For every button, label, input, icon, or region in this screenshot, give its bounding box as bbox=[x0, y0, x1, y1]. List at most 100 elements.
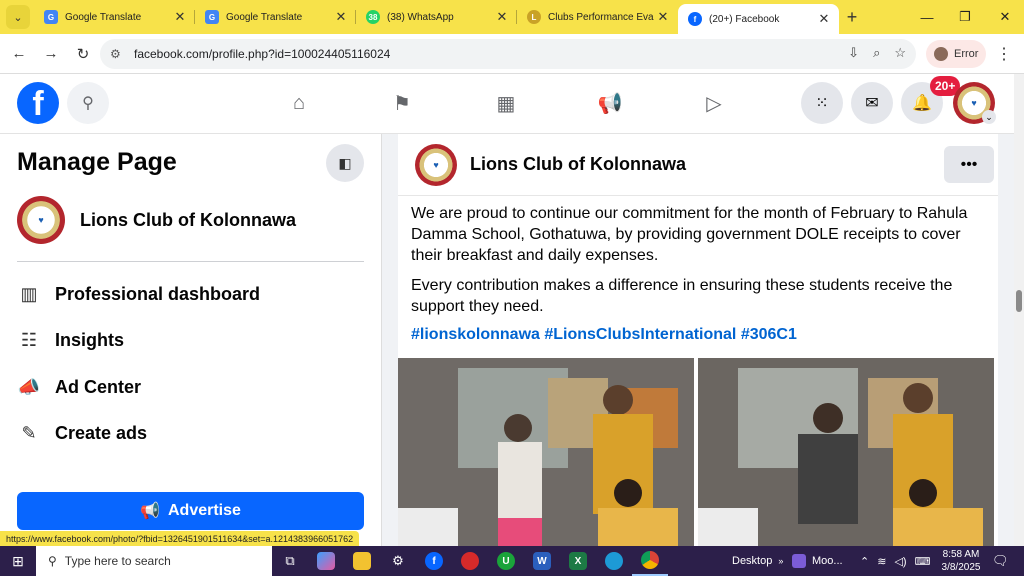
post-paragraph: Every contribution makes a difference in… bbox=[411, 277, 953, 315]
post-hashtags[interactable]: #lionskolonnawa #LionsClubsInternational… bbox=[411, 326, 797, 344]
keyboard-icon[interactable]: ⌨ bbox=[915, 555, 931, 568]
sidebar-item-professional-dashboard[interactable]: ▥ Professional dashboard bbox=[17, 278, 260, 310]
browser-tab[interactable]: L Clubs Performance Evalu ✕ bbox=[517, 0, 678, 34]
post-author[interactable]: Lions Club of Kolonnawa bbox=[470, 154, 686, 175]
menu-grid-icon[interactable]: ⁙ bbox=[801, 82, 843, 124]
dashboard-icon[interactable]: ▦ bbox=[491, 88, 521, 118]
advertise-label: Advertise bbox=[168, 502, 241, 519]
new-tab-button[interactable]: + bbox=[839, 7, 865, 28]
zoom-icon[interactable]: ⌕ bbox=[873, 45, 880, 61]
address-bar: ← → ↻ ⚙ facebook.com/profile.php?id=1000… bbox=[0, 34, 1024, 74]
edge-icon[interactable] bbox=[596, 546, 632, 576]
browser-tab[interactable]: G Google Translate ✕ bbox=[195, 0, 356, 34]
sidebar-item-insights[interactable]: ☷ Insights bbox=[17, 324, 124, 356]
browser-tab-active[interactable]: f (20+) Facebook ✕ bbox=[678, 4, 839, 34]
close-window-button[interactable]: ✕ bbox=[986, 0, 1024, 34]
tab-search-button[interactable]: ⌄ bbox=[6, 5, 30, 29]
sidebar-item-create-ads[interactable]: ✎ Create ads bbox=[17, 417, 147, 449]
browser-tab-bar: ⌄ G Google Translate ✕ G Google Translat… bbox=[0, 0, 1024, 34]
close-icon[interactable]: ✕ bbox=[493, 9, 511, 25]
close-icon[interactable]: ✕ bbox=[654, 9, 672, 25]
excel-icon[interactable]: X bbox=[560, 546, 596, 576]
chevron-down-icon[interactable]: ⌄ bbox=[982, 110, 996, 124]
edit-icon: ✎ bbox=[21, 422, 37, 443]
profile-avatar bbox=[934, 47, 948, 61]
desktop-toolbar[interactable]: Desktop » bbox=[732, 546, 783, 576]
tab-label: (38) WhatsApp bbox=[387, 11, 454, 23]
page-scrollbar[interactable] bbox=[1014, 74, 1024, 546]
settings-icon[interactable]: ⚙ bbox=[380, 546, 416, 576]
page-avatar[interactable]: ♥ bbox=[415, 144, 457, 186]
volume-icon[interactable]: ◁) bbox=[894, 555, 906, 568]
megaphone-icon[interactable]: 📢 bbox=[595, 88, 625, 118]
page-switcher[interactable]: ♥ Lions Club of Kolonnawa bbox=[17, 194, 296, 246]
close-icon[interactable]: ✕ bbox=[815, 11, 833, 27]
post-card: ♥ Lions Club of Kolonnawa ••• We are pro… bbox=[398, 134, 998, 546]
home-icon[interactable]: ⌂ bbox=[284, 88, 314, 118]
lions-icon: L bbox=[527, 10, 541, 24]
messenger-icon[interactable]: ✉ bbox=[851, 82, 893, 124]
post-photo[interactable] bbox=[698, 358, 994, 546]
post-photo[interactable] bbox=[398, 358, 694, 546]
task-view-icon[interactable]: ⧉ bbox=[272, 546, 308, 576]
upwork-icon[interactable]: U bbox=[488, 546, 524, 576]
insights-icon: ☷ bbox=[20, 329, 38, 350]
facebook-app-icon[interactable]: f bbox=[416, 546, 452, 576]
site-info-icon[interactable]: ⚙ bbox=[110, 47, 130, 61]
url-text: facebook.com/profile.php?id=100024405116… bbox=[134, 47, 391, 61]
sidebar-item-ad-center[interactable]: 📣 Ad Center bbox=[17, 371, 141, 403]
scrollbar-thumb[interactable] bbox=[1016, 290, 1022, 312]
clock-time: 8:58 AM bbox=[942, 549, 980, 560]
browser-tab[interactable]: G Google Translate ✕ bbox=[34, 0, 195, 34]
taskbar-clock[interactable]: 8:58 AM 3/8/2025 bbox=[938, 548, 984, 574]
file-explorer-icon[interactable] bbox=[344, 546, 380, 576]
minimize-button[interactable]: — bbox=[908, 0, 946, 34]
forward-button[interactable]: → bbox=[36, 39, 66, 69]
tab-label: (20+) Facebook bbox=[709, 13, 780, 25]
sidebar-item-label: Create ads bbox=[55, 422, 148, 443]
google-translate-icon: G bbox=[44, 10, 58, 24]
search-icon[interactable]: ⚲ bbox=[67, 82, 109, 124]
profile-error-button[interactable]: Error bbox=[926, 40, 986, 68]
facebook-top-nav: f ⚲ ⌂ ⚑ ▦ 📢 ▷ ⁙ ✉ 🔔 20+ ♥ ⌄ bbox=[0, 74, 1014, 134]
back-button[interactable]: ← bbox=[4, 39, 34, 69]
facebook-icon: f bbox=[688, 12, 702, 26]
feed: ♥ Lions Club of Kolonnawa ••• We are pro… bbox=[382, 134, 1014, 546]
install-icon[interactable]: ⇩ bbox=[848, 45, 859, 61]
tab-label: Google Translate bbox=[226, 11, 303, 23]
collapse-sidebar-icon[interactable]: ◧ bbox=[326, 144, 364, 182]
moo-app[interactable]: Moo... bbox=[792, 546, 843, 576]
more-options-icon[interactable]: ••• bbox=[944, 146, 994, 183]
link-status-bar: https://www.facebook.com/photo/?fbid=132… bbox=[0, 531, 360, 546]
windows-taskbar: ⊞ ⚲ Type here to search ⧉ ⚙ f U W X Desk… bbox=[0, 546, 1024, 576]
facebook-logo-icon[interactable]: f bbox=[17, 82, 59, 124]
sidebar-item-label: Ad Center bbox=[55, 376, 142, 397]
reload-button[interactable]: ↻ bbox=[68, 39, 98, 69]
windows-start-icon[interactable]: ⊞ bbox=[0, 546, 36, 576]
bookmark-star-icon[interactable]: ☆ bbox=[894, 45, 906, 61]
close-icon[interactable]: ✕ bbox=[332, 9, 350, 25]
megaphone-icon: 📢 bbox=[140, 503, 160, 520]
url-field[interactable]: ⚙ facebook.com/profile.php?id=1000244051… bbox=[100, 39, 916, 69]
maximize-button[interactable]: ❐ bbox=[946, 0, 984, 34]
word-icon[interactable]: W bbox=[524, 546, 560, 576]
advertise-button[interactable]: 📢 Advertise bbox=[17, 492, 364, 530]
page-name: Lions Club of Kolonnawa bbox=[80, 209, 296, 230]
moo-label: Moo... bbox=[812, 555, 843, 567]
notification-center-icon[interactable]: 🗨 bbox=[992, 546, 1009, 576]
browser-menu-icon[interactable]: ⋮ bbox=[996, 44, 1012, 64]
tab-label: Clubs Performance Evalu bbox=[548, 11, 654, 23]
flag-icon[interactable]: ⚑ bbox=[387, 88, 417, 118]
taskbar-search-box[interactable]: ⚲ Type here to search bbox=[36, 546, 272, 576]
close-icon[interactable]: ✕ bbox=[171, 9, 189, 25]
page-avatar: ♥ bbox=[17, 196, 65, 244]
desktop-label: Desktop bbox=[732, 555, 773, 567]
video-icon[interactable]: ▷ bbox=[699, 88, 729, 118]
browser-tab[interactable]: 38 (38) WhatsApp ✕ bbox=[356, 0, 517, 34]
copilot-icon[interactable] bbox=[308, 546, 344, 576]
divider bbox=[17, 261, 364, 262]
chevron-up-icon[interactable]: ⌃ bbox=[860, 555, 869, 568]
wifi-icon[interactable]: ≋ bbox=[877, 555, 886, 568]
chrome-icon[interactable] bbox=[632, 546, 668, 576]
media-app-icon[interactable] bbox=[452, 546, 488, 576]
